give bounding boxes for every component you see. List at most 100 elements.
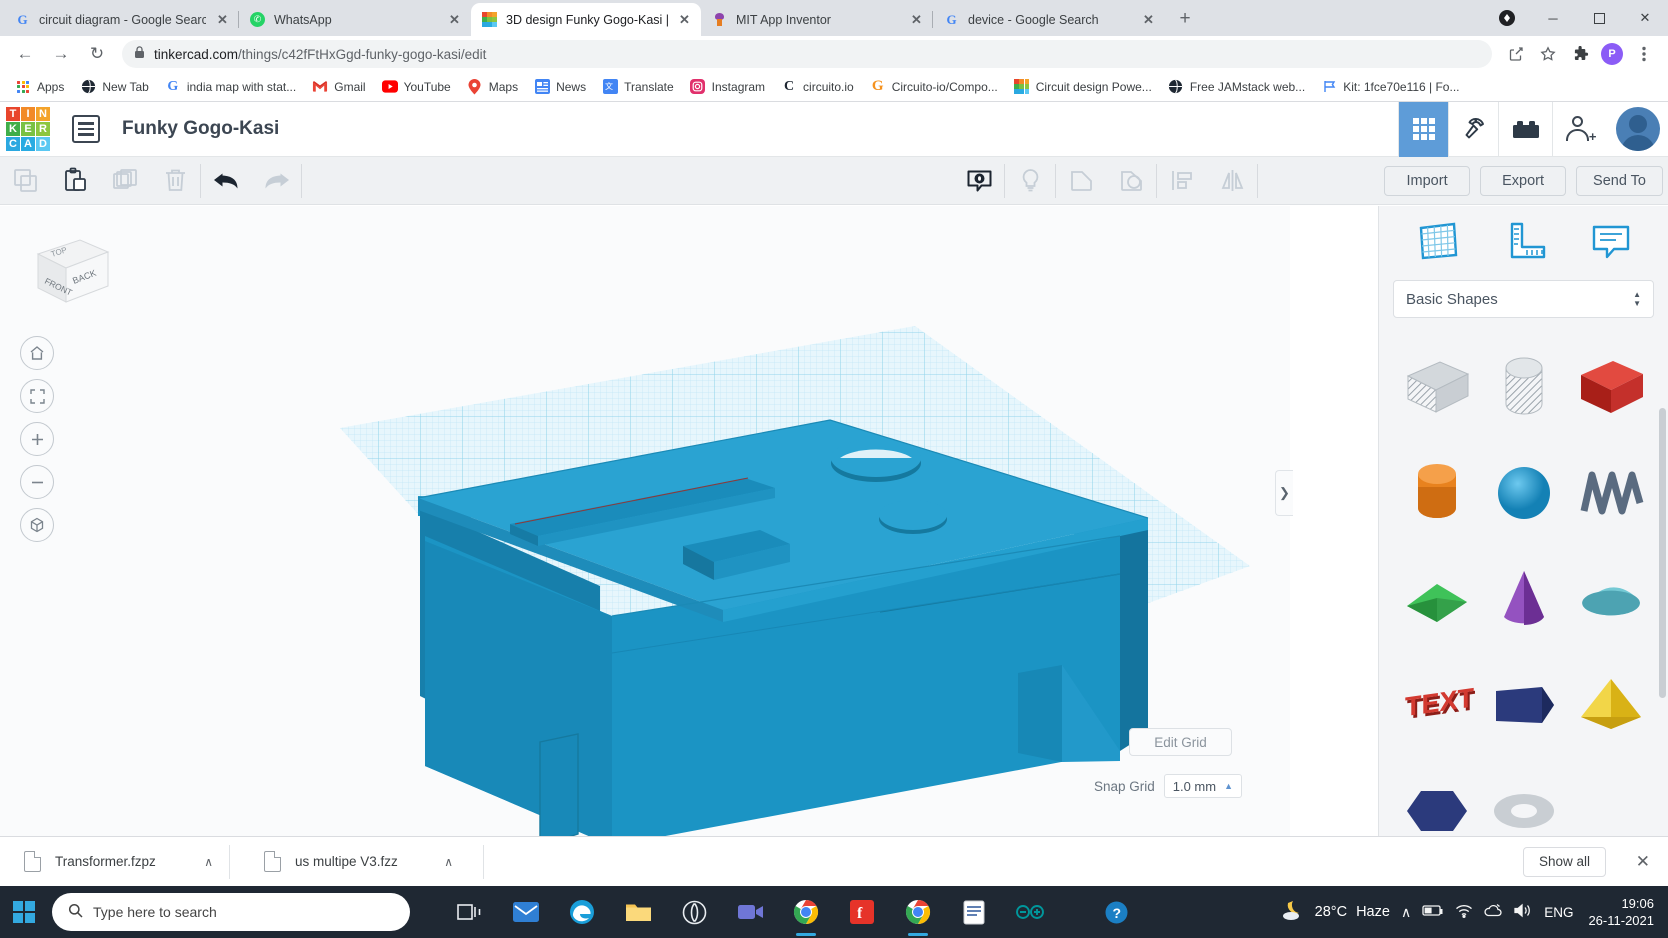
tab-close-button[interactable]: ✕ — [446, 11, 463, 28]
paste-icon[interactable] — [50, 157, 100, 205]
arduino-icon[interactable] — [1004, 886, 1056, 938]
close-downloads-bar-button[interactable]: ✕ — [1636, 852, 1650, 872]
zoom-out-icon[interactable] — [20, 465, 54, 499]
new-tab-button[interactable]: + — [1171, 5, 1199, 33]
shape-cylinder[interactable] — [1393, 444, 1480, 542]
shape-sphere[interactable] — [1480, 444, 1567, 542]
shape-placeholder[interactable] — [1567, 762, 1654, 836]
edge-browser-icon[interactable] — [556, 886, 608, 938]
bookmark-apps[interactable]: Apps — [8, 76, 71, 98]
video-app-icon[interactable] — [724, 886, 776, 938]
duplicate-icon[interactable] — [100, 157, 150, 205]
ungroup-shape-icon[interactable] — [1106, 157, 1156, 205]
volume-icon[interactable] — [1513, 903, 1533, 921]
mirror-flip-icon[interactable] — [1207, 157, 1257, 205]
blocks-icon[interactable] — [1498, 102, 1552, 157]
file-explorer-icon[interactable] — [612, 886, 664, 938]
chevron-up-icon[interactable]: ∧ — [204, 855, 213, 869]
window-close-button[interactable]: ✕ — [1622, 0, 1668, 36]
notes-comment-icon[interactable] — [954, 157, 1004, 205]
bookmark-circuito-components[interactable]: G Circuito-io/Compo... — [863, 76, 1005, 98]
help-icon[interactable]: ? — [1090, 886, 1142, 938]
browser-tab-3[interactable]: MIT App Inventor ✕ — [701, 3, 933, 36]
bookmark-jamstack[interactable]: Free JAMstack web... — [1161, 76, 1312, 98]
import-button[interactable]: Import — [1384, 166, 1470, 196]
fit-view-icon[interactable] — [20, 379, 54, 413]
panel-scrollbar[interactable] — [1659, 408, 1666, 698]
browser-tab-4[interactable]: G device - Google Search ✕ — [933, 3, 1165, 36]
back-button[interactable]: ← — [10, 39, 40, 69]
copy-icon[interactable] — [0, 157, 50, 205]
shape-roof[interactable] — [1393, 550, 1480, 648]
tab-close-button[interactable]: ✕ — [908, 11, 925, 28]
zoom-in-icon[interactable] — [20, 422, 54, 456]
bookmark-youtube[interactable]: YouTube — [375, 76, 458, 98]
orthographic-view-icon[interactable] — [20, 508, 54, 542]
download-item[interactable]: us multipe V3.fzz ∧ — [254, 845, 469, 879]
chrome-browser-icon-2[interactable] — [892, 886, 944, 938]
window-minimize-button[interactable]: ─ — [1530, 0, 1576, 36]
view-cube[interactable]: TOP FRONT BACK — [22, 228, 112, 308]
word-doc-icon[interactable] — [948, 886, 1000, 938]
bookmark-news[interactable]: News — [527, 76, 593, 98]
wifi-icon[interactable] — [1455, 904, 1473, 921]
3d-workspace[interactable]: TOP FRONT BACK Edit Grid Snap Grid — [0, 206, 1290, 836]
bookmark-india-map[interactable]: G india map with stat... — [158, 76, 303, 98]
3d-scene[interactable] — [0, 206, 1290, 836]
show-all-downloads-button[interactable]: Show all — [1523, 847, 1606, 877]
export-button[interactable]: Export — [1480, 166, 1566, 196]
workplane-icon[interactable] — [1411, 217, 1463, 265]
bookmark-kit[interactable]: Kit: 1fce70e116 | Fo... — [1314, 76, 1466, 98]
chevron-up-icon[interactable]: ∧ — [444, 855, 453, 869]
grid-view-icon[interactable] — [1398, 102, 1448, 157]
avatar[interactable] — [1616, 107, 1660, 151]
mail-icon[interactable] — [500, 886, 552, 938]
home-view-icon[interactable] — [20, 336, 54, 370]
chrome-browser-icon[interactable] — [780, 886, 832, 938]
lightbulb-hide-icon[interactable] — [1005, 157, 1055, 205]
tinkercad-logo[interactable]: T I N K E R C A D — [6, 107, 50, 151]
browser-tab-2[interactable]: 3D design Funky Gogo-Kasi | Tin ✕ — [471, 3, 701, 36]
notes-icon[interactable] — [1585, 217, 1637, 265]
group-shape-icon[interactable] — [1056, 157, 1106, 205]
snap-grid-value[interactable]: 1.0 mm ▲ — [1164, 774, 1242, 798]
shape-polygon[interactable] — [1393, 762, 1480, 836]
redo-icon[interactable] — [251, 157, 301, 205]
shape-cylinder-hole[interactable] — [1480, 338, 1567, 436]
shape-box-hole[interactable] — [1393, 338, 1480, 436]
invite-person-icon[interactable]: + — [1552, 102, 1606, 157]
download-item[interactable]: Transformer.fzpz ∧ — [14, 845, 229, 879]
battery-icon[interactable] — [1422, 904, 1444, 920]
bookmark-circuito[interactable]: C circuito.io — [774, 76, 861, 98]
browser-tab-1[interactable]: ✆ WhatsApp ✕ — [239, 3, 471, 36]
shape-paraboloid[interactable] — [1567, 550, 1654, 648]
ghost-app-icon[interactable] — [668, 886, 720, 938]
shape-torus[interactable] — [1480, 762, 1567, 836]
browser-tab-0[interactable]: G circuit diagram - Google Search ✕ — [4, 3, 239, 36]
shape-text[interactable]: TEXT TEXT — [1393, 656, 1480, 754]
panel-collapse-handle[interactable]: ❯ — [1275, 470, 1293, 516]
undo-icon[interactable] — [201, 157, 251, 205]
tab-close-button[interactable]: ✕ — [214, 11, 231, 28]
chevron-up-icon[interactable]: ∧ — [1401, 904, 1411, 921]
shape-grid-container[interactable]: TEXT TEXT — [1379, 328, 1668, 836]
send-to-button[interactable]: Send To — [1576, 166, 1663, 196]
reload-button[interactable]: ↻ — [82, 39, 112, 69]
account-badge-icon[interactable] — [1484, 0, 1530, 36]
ruler-icon[interactable] — [1498, 217, 1550, 265]
shape-box[interactable] — [1567, 338, 1654, 436]
profile-avatar[interactable]: P — [1598, 40, 1626, 68]
align-icon[interactable] — [1157, 157, 1207, 205]
windows-start-icon[interactable] — [0, 886, 48, 938]
taskbar-search-input[interactable]: Type here to search — [52, 893, 410, 931]
fritzing-icon[interactable]: f — [836, 886, 888, 938]
tab-close-button[interactable]: ✕ — [676, 11, 693, 28]
shape-cone[interactable] — [1480, 550, 1567, 648]
language-indicator[interactable]: ENG — [1544, 905, 1573, 920]
shape-pyramid[interactable] — [1567, 656, 1654, 754]
bookmark-maps[interactable]: Maps — [460, 76, 525, 98]
tab-close-button[interactable]: ✕ — [1140, 11, 1157, 28]
address-bar[interactable]: tinkercad.com/things/c42fFtHxGgd-funky-g… — [122, 40, 1492, 68]
project-list-icon[interactable] — [72, 115, 100, 143]
delete-trash-icon[interactable] — [150, 157, 200, 205]
